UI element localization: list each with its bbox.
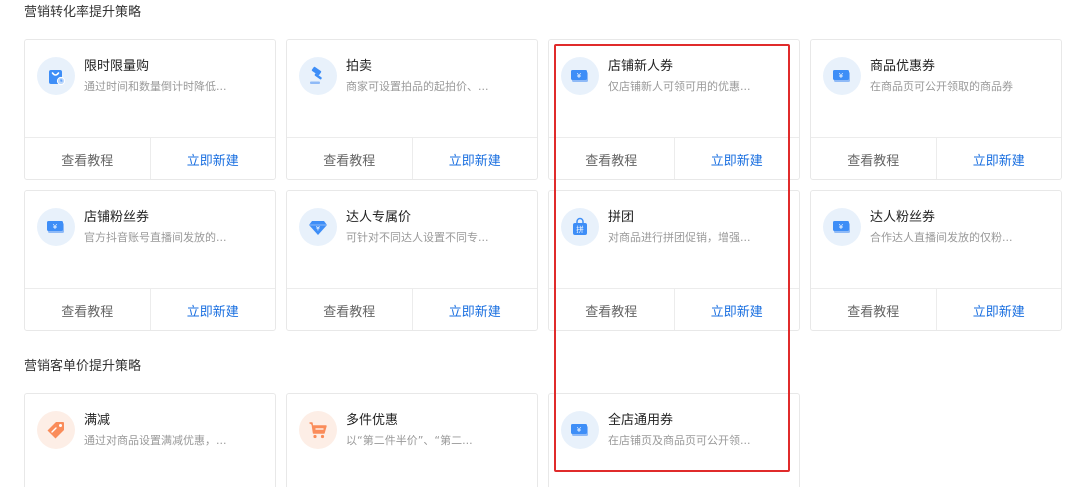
svg-text:¥: ¥ [316,225,320,233]
card-description: 合作达人直播间发放的仅粉... [870,231,1013,244]
card-title: 店铺新人券 [608,59,674,74]
svg-text:拼: 拼 [576,224,584,234]
view-tutorial-button[interactable]: 查看教程 [25,138,151,179]
create-now-button[interactable]: 立即新建 [675,138,800,179]
view-tutorial-button[interactable]: 查看教程 [811,138,937,179]
card-title: 多件优惠 [346,413,399,428]
card-fan-coupon: ¥ 店铺粉丝券 官方抖音账号直播间发放的... 查看教程 立即新建 [24,190,276,331]
view-tutorial-button[interactable]: 查看教程 [549,289,675,330]
card-footer: 查看教程 立即新建 [287,288,538,330]
price-tag-icon [37,411,75,449]
view-tutorial-button[interactable]: 查看教程 [287,138,413,179]
card-footer: 查看教程 立即新建 [287,137,538,179]
create-now-button[interactable]: 立即新建 [937,138,1062,179]
coupon-icon: ¥ [561,411,599,449]
svg-text:¥: ¥ [839,72,844,80]
card-description: 商家可设置拍品的起拍价、... [346,80,489,93]
view-tutorial-button[interactable]: 查看教程 [287,289,413,330]
card-footer: 查看教程 立即新建 [811,137,1062,179]
coupon-icon: ¥ [823,57,861,95]
card-group-buy: 拼 拼团 对商品进行拼团促销，增强... 查看教程 立即新建 [548,190,800,331]
coupon-icon: ¥ [561,57,599,95]
card-footer: 查看教程 立即新建 [811,288,1062,330]
card-body[interactable]: ¥ 全店通用券 在店铺页及商品页可公开领... [549,394,799,487]
card-body[interactable]: 拼 拼团 对商品进行拼团促销，增强... [549,191,799,288]
card-body[interactable]: ¥ 店铺粉丝券 官方抖音账号直播间发放的... [25,191,275,288]
card-body[interactable]: ¥ 店铺新人券 仅店铺新人可领可用的优惠... [549,40,799,137]
create-now-button[interactable]: 立即新建 [675,289,800,330]
card-description: 在店铺页及商品页可公开领... [608,434,751,447]
card-influencer-fan-coupon: ¥ 达人粉丝券 合作达人直播间发放的仅粉... 查看教程 立即新建 [810,190,1062,331]
card-title: 满减 [84,413,111,428]
view-tutorial-button[interactable]: 查看教程 [811,289,937,330]
card-title: 商品优惠券 [870,59,936,74]
svg-text:¥: ¥ [577,426,582,434]
create-now-button[interactable]: 立即新建 [151,289,276,330]
card-footer: 查看教程 立即新建 [25,137,276,179]
create-now-button[interactable]: 立即新建 [413,138,538,179]
card-product-coupon: ¥ 商品优惠券 在商品页可公开领取的商品券 查看教程 立即新建 [810,39,1062,180]
svg-text:¥: ¥ [839,223,844,231]
group-buy-bag-icon: 拼 [561,208,599,246]
card-description: 官方抖音账号直播间发放的... [84,231,227,244]
view-tutorial-button[interactable]: 查看教程 [549,138,675,179]
card-multi-item-discount: 多件优惠 以“第二件半价”、“第二... [286,393,538,487]
card-store-wide-coupon: ¥ 全店通用券 在店铺页及商品页可公开领... [548,393,800,487]
card-description: 以“第二件半价”、“第二... [346,434,473,447]
card-footer: 查看教程 立即新建 [25,288,276,330]
card-description: 对商品进行拼团促销，增强... [608,231,751,244]
view-tutorial-button[interactable]: 查看教程 [25,289,151,330]
card-influencer-price: ¥ 达人专属价 可针对不同达人设置不同专... 查看教程 立即新建 [286,190,538,331]
card-body[interactable]: ¥ 达人粉丝券 合作达人直播间发放的仅粉... [811,191,1061,288]
card-new-customer-coupon: ¥ 店铺新人券 仅店铺新人可领可用的优惠... 查看教程 立即新建 [548,39,800,180]
create-now-button[interactable]: 立即新建 [937,289,1062,330]
card-description: 在商品页可公开领取的商品券 [870,80,1013,93]
coupon-icon: ¥ [37,208,75,246]
card-title: 达人粉丝券 [870,210,936,225]
auction-gavel-icon [299,57,337,95]
section-title-unit-price: 营销客单价提升策略 [24,359,142,374]
card-description: 可针对不同达人设置不同专... [346,231,489,244]
card-description: 仅店铺新人可领可用的优惠... [608,80,751,93]
card-body[interactable]: 拍卖 商家可设置拍品的起拍价、... [287,40,537,137]
card-body[interactable]: 限时限量购 通过时间和数量倒计时降低... [25,40,275,137]
card-footer: 查看教程 立即新建 [549,137,800,179]
card-title: 拼团 [608,210,635,225]
card-auction: 拍卖 商家可设置拍品的起拍价、... 查看教程 立即新建 [286,39,538,180]
card-title: 限时限量购 [84,59,150,74]
card-full-reduction: 满减 通过对商品设置满减优惠，... [24,393,276,487]
card-title: 拍卖 [346,59,373,74]
card-description: 通过对商品设置满减优惠，... [84,434,227,447]
card-title: 全店通用券 [608,413,674,428]
card-body[interactable]: 多件优惠 以“第二件半价”、“第二... [287,394,537,487]
card-body[interactable]: ¥ 达人专属价 可针对不同达人设置不同专... [287,191,537,288]
card-title: 店铺粉丝券 [84,210,150,225]
card-limited-purchase: 限时限量购 通过时间和数量倒计时降低... 查看教程 立即新建 [24,39,276,180]
create-now-button[interactable]: 立即新建 [413,289,538,330]
card-description: 通过时间和数量倒计时降低... [84,80,227,93]
create-now-button[interactable]: 立即新建 [151,138,276,179]
card-footer: 查看教程 立即新建 [549,288,800,330]
diamond-price-icon: ¥ [299,208,337,246]
svg-text:¥: ¥ [577,72,582,80]
coupon-icon: ¥ [823,208,861,246]
section-title-conversion: 营销转化率提升策略 [24,5,142,20]
svg-text:¥: ¥ [53,223,58,231]
flash-sale-bag-icon [37,57,75,95]
card-body[interactable]: 满减 通过对商品设置满减优惠，... [25,394,275,487]
card-title: 达人专属价 [346,210,412,225]
card-body[interactable]: ¥ 商品优惠券 在商品页可公开领取的商品券 [811,40,1061,137]
shopping-cart-icon [299,411,337,449]
